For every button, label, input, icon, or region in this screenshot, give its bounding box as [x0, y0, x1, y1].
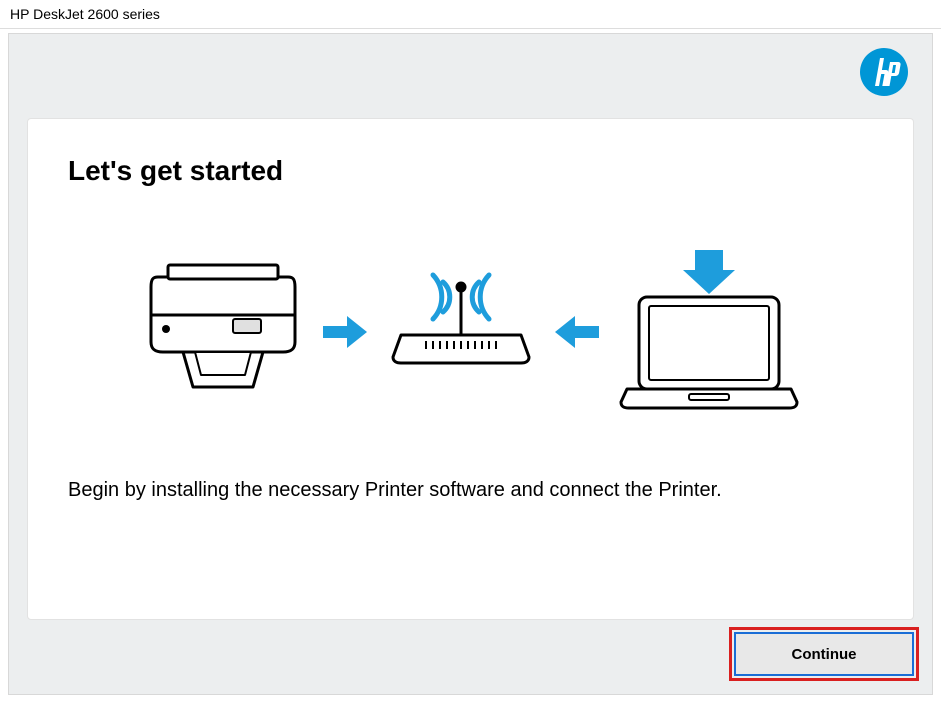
window-title: HP DeskJet 2600 series — [0, 0, 941, 29]
printer-icon — [133, 257, 313, 407]
logo-row — [9, 48, 932, 104]
page-heading: Let's get started — [68, 155, 873, 187]
laptop-icon — [609, 242, 809, 422]
router-icon — [381, 257, 541, 407]
setup-diagram — [68, 237, 873, 427]
arrow-left-icon — [551, 312, 599, 352]
arrow-right-icon — [323, 312, 371, 352]
button-row: Continue — [734, 632, 914, 676]
instruction-text: Begin by installing the necessary Printe… — [68, 477, 873, 504]
installer-panel: Let's get started — [8, 33, 933, 695]
continue-button[interactable]: Continue — [734, 632, 914, 676]
content-card: Let's get started — [27, 118, 914, 620]
hp-logo-icon — [860, 48, 908, 96]
